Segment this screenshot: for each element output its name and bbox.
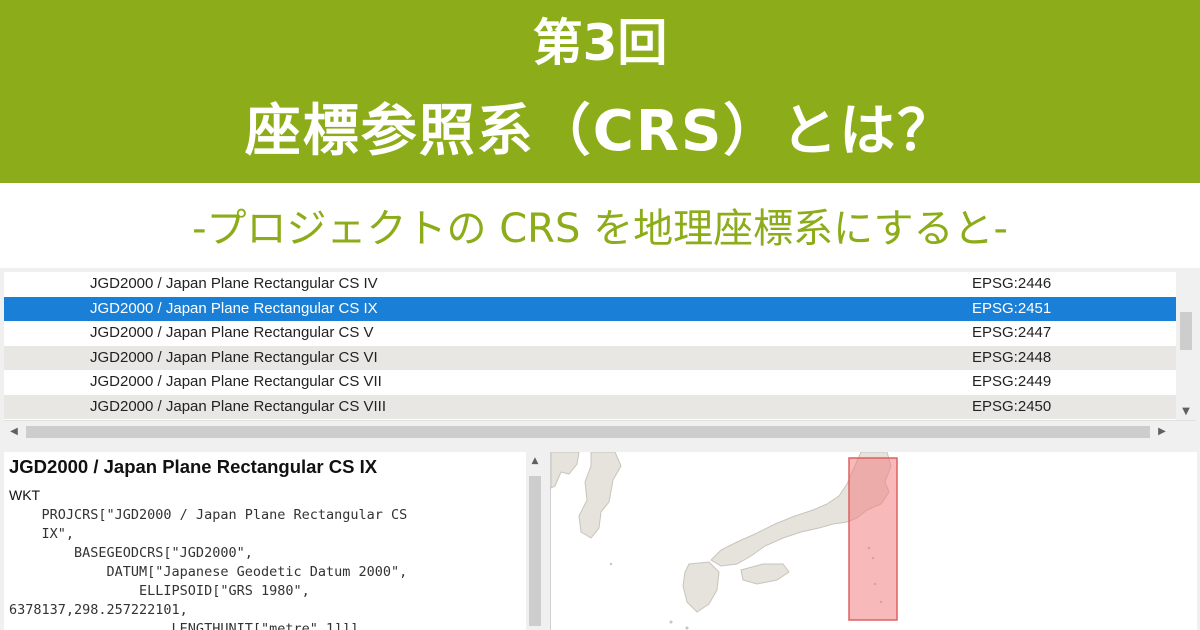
crs-authority-id: EPSG:2447 [972, 324, 1052, 341]
subtitle: -プロジェクトの CRS を地理座標系にすると- [192, 206, 1008, 252]
island [609, 562, 613, 566]
selected-crs-title: JGD2000 / Japan Plane Rectangular CS IX [9, 456, 378, 477]
scroll-left-arrow-icon[interactable]: ◀ [4, 421, 24, 443]
wkt-line: PROJCRS["JGD2000 / Japan Plane Rectangul… [9, 507, 408, 523]
wkt-line: LENGTHUNIT["metre",1]]], [9, 621, 367, 630]
crs-list-row[interactable]: JGD2000 / Japan Plane Rectangular CS VII… [4, 370, 1176, 395]
wkt-line: IX", [9, 526, 75, 542]
kyushu-landmass [682, 561, 720, 613]
island [669, 620, 673, 624]
crs-details-pane: JGD2000 / Japan Plane Rectangular CS IX … [4, 452, 526, 630]
crs-name: JGD2000 / Japan Plane Rectangular CS IV [90, 275, 378, 292]
wkt-label: WKT [9, 487, 41, 503]
island [685, 626, 689, 630]
wkt-line: DATUM["Japanese Geodetic Datum 2000", [9, 564, 408, 580]
crs-authority-id: EPSG:2450 [972, 397, 1052, 415]
scroll-down-arrow-icon[interactable]: ▼ [1176, 404, 1196, 420]
crs-list-row[interactable]: JGD2000 / Japan Plane Rectangular CS VII… [4, 394, 1176, 419]
crs-authority-id: EPSG:2449 [972, 373, 1052, 390]
wkt-text: PROJCRS["JGD2000 / Japan Plane Rectangul… [9, 506, 407, 630]
vertical-scroll-thumb[interactable] [1180, 312, 1192, 350]
wkt-line: 6378137,298.257222101, [9, 602, 188, 618]
crs-authority-id: EPSG:2446 [972, 275, 1052, 292]
mainland-coast [551, 452, 580, 489]
crs-name: JGD2000 / Japan Plane Rectangular CS VII… [90, 397, 387, 415]
crs-extent-map[interactable] [550, 452, 1197, 630]
scroll-right-arrow-icon[interactable]: ▶ [1152, 421, 1172, 443]
wkt-line: BASEGEODCRS["JGD2000", [9, 545, 253, 561]
crs-extent-rectangle [848, 457, 898, 621]
title-banner: 第3回 座標参照系（CRS）とは？ [0, 0, 1200, 183]
crs-name: JGD2000 / Japan Plane Rectangular CS IX [90, 299, 378, 317]
crs-authority-id: EPSG:2448 [972, 348, 1052, 366]
japan-map-svg [551, 452, 898, 630]
crs-list-horizontal-scrollbar[interactable]: ◀ ▶ [4, 420, 1196, 443]
main-title: 座標参照系（CRS）とは？ [244, 99, 956, 164]
crs-name: JGD2000 / Japan Plane Rectangular CS VI [90, 348, 378, 366]
episode-title: 第3回 [532, 14, 668, 72]
crs-selector-panel: JGD2000 / Japan Plane Rectangular CS IV … [0, 268, 1200, 630]
korea-landmass [578, 452, 622, 539]
details-scroll-thumb[interactable] [529, 476, 541, 626]
crs-name: JGD2000 / Japan Plane Rectangular CS V [90, 324, 374, 341]
crs-name: JGD2000 / Japan Plane Rectangular CS VII [90, 373, 382, 390]
crs-authority-id: EPSG:2451 [972, 299, 1052, 317]
crs-list-row[interactable]: JGD2000 / Japan Plane Rectangular CS V E… [4, 321, 1176, 346]
crs-list-row-selected[interactable]: JGD2000 / Japan Plane Rectangular CS IX … [4, 296, 1176, 321]
wkt-line: ELLIPSOID["GRS 1980", [9, 583, 310, 599]
scroll-up-arrow-icon[interactable]: ▲ [526, 452, 544, 470]
crs-list[interactable]: JGD2000 / Japan Plane Rectangular CS IV … [4, 272, 1176, 420]
details-vertical-scrollbar[interactable]: ▲ [526, 452, 544, 630]
shikoku-landmass [740, 563, 790, 585]
crs-list-row[interactable]: JGD2000 / Japan Plane Rectangular CS IV … [4, 272, 1176, 297]
crs-list-vertical-scrollbar[interactable]: ▼ [1176, 272, 1196, 420]
crs-list-row[interactable]: JGD2000 / Japan Plane Rectangular CS VI … [4, 345, 1176, 370]
horizontal-scroll-thumb[interactable] [26, 426, 1150, 438]
